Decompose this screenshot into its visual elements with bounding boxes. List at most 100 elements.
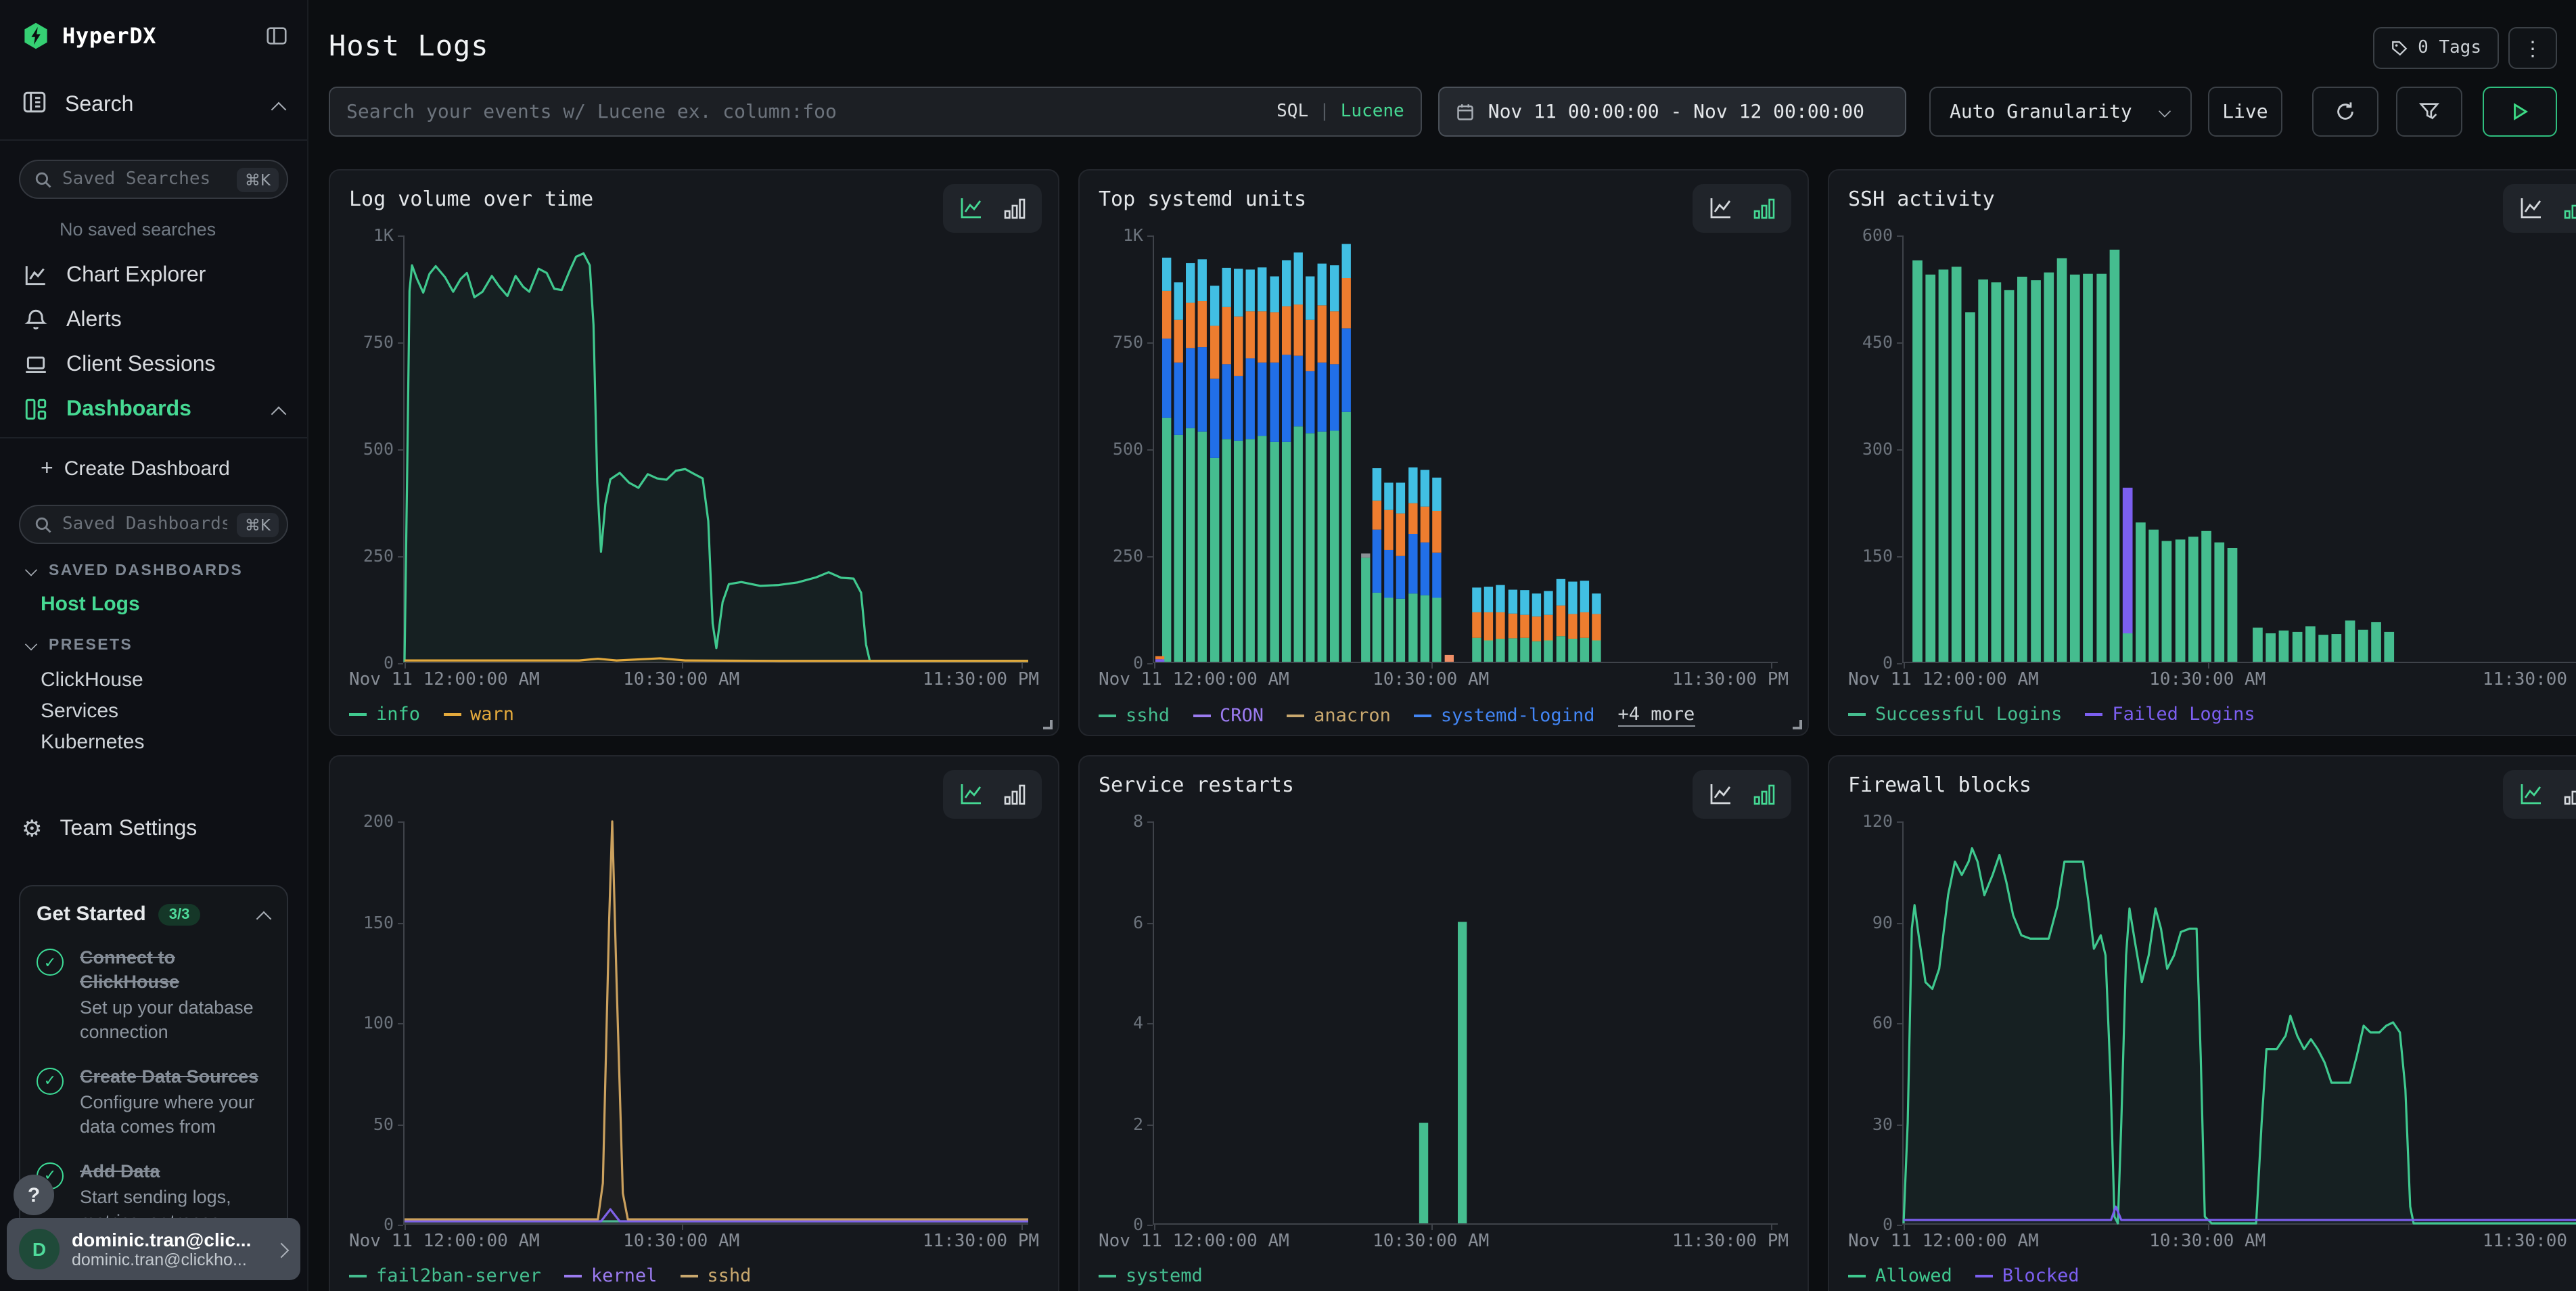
saved-searches-input[interactable]: ⌘K [19,160,288,199]
help-button[interactable]: ? [14,1175,54,1215]
x-tick [2208,663,2209,669]
search-section-label: Search [65,93,133,118]
x-tick [405,1225,406,1230]
run-query-button[interactable] [2483,87,2557,137]
bar-chart-toggle-icon[interactable] [1752,781,1776,808]
get-started-step[interactable]: ✓ Connect to ClickHouse Set up your data… [37,946,271,1044]
bar-chart-toggle-icon[interactable] [1003,195,1027,222]
line-chart-toggle-icon[interactable] [1707,195,1734,222]
chart-canvas[interactable] [1153,235,1778,663]
legend-item[interactable]: anacron [1287,704,1391,726]
x-tick [682,1225,683,1230]
legend-swatch [1975,1275,1993,1277]
saved-dashboards-input[interactable]: ⌘K [19,505,288,544]
line-chart-toggle-icon[interactable] [958,781,985,808]
bar-chart-toggle-icon[interactable] [1003,781,1027,808]
y-tick [398,235,403,237]
legend-item[interactable]: warn [443,704,514,725]
y-tick [1147,1225,1153,1226]
legend-item[interactable]: Allowed [1848,1265,1952,1287]
user-menu[interactable]: D dominic.tran@clic... dominic.tran@clic… [7,1218,300,1280]
legend-item[interactable]: info [349,704,420,725]
line-chart-toggle-icon[interactable] [2518,781,2545,808]
legend-item[interactable]: systemd-logind [1414,704,1595,726]
line-chart-toggle-icon[interactable] [2518,195,2545,222]
create-dashboard-button[interactable]: + Create Dashboard [0,447,307,491]
sidebar-item-client-sessions[interactable]: Client Sessions [0,342,307,387]
get-started-title: Get Started [37,903,146,926]
y-axis-label: 250 [349,545,394,566]
lucene-toggle[interactable]: Lucene [1341,101,1404,122]
granularity-select[interactable]: Auto Granularity [1929,87,2191,137]
legend-item[interactable]: sshd [680,1265,751,1287]
resize-handle-icon[interactable] [1793,720,1802,729]
line-chart-toggle-icon[interactable] [1707,781,1734,808]
tags-button[interactable]: 0 Tags [2373,27,2499,69]
legend-item[interactable]: systemd [1099,1265,1203,1287]
resize-handle-icon[interactable] [1043,720,1053,729]
bar-chart-toggle-icon[interactable] [2562,195,2576,222]
sidebar-item-dashboards[interactable]: Dashboards [0,387,307,432]
chart-canvas[interactable] [1902,235,2576,663]
more-options-button[interactable]: ⋮ [2508,27,2557,69]
legend-item[interactable]: fail2ban-server [349,1265,541,1287]
sidebar-item-alerts[interactable]: Alerts [0,298,307,342]
tag-icon [2391,39,2408,57]
sidebar-item-chart-explorer[interactable]: Chart Explorer [0,253,307,298]
saved-searches-field[interactable] [62,169,227,189]
date-range-picker[interactable]: Nov 11 00:00:00 - Nov 12 00:00:00 [1438,87,1906,137]
chevron-up-icon[interactable] [272,99,285,112]
plot-area: 86420 [1099,819,1789,1225]
event-search[interactable]: SQL | Lucene [329,87,1422,137]
sql-toggle[interactable]: SQL [1276,101,1308,122]
legend-item[interactable]: Blocked [1975,1265,2079,1287]
y-axis-label: 500 [349,438,394,459]
sidebar-item-clickhouse[interactable]: ClickHouse [0,664,307,696]
refresh-button[interactable] [2313,87,2379,137]
chart-canvas[interactable] [1153,821,1778,1225]
y-tick [1897,342,1902,344]
chart-legend: Allowed Blocked [1848,1265,2576,1287]
legend-more-link[interactable]: +4 more [1617,704,1695,727]
legend-item[interactable]: CRON [1193,704,1264,726]
chart-canvas[interactable] [403,235,1028,663]
y-tick [398,449,403,451]
refresh-icon [2334,100,2358,123]
bar-chart-toggle-icon[interactable] [1752,195,1776,222]
live-button[interactable]: Live [2207,87,2283,137]
search-input[interactable] [346,101,1276,122]
saved-dashboards-field[interactable] [62,514,227,535]
get-started-step[interactable]: ✓ Create Data Sources Configure where yo… [37,1064,271,1139]
sidebar-item-services[interactable]: Services [0,696,307,727]
x-axis-label: Nov 11 12:00:00 AM [349,1231,540,1252]
x-axis-label: 10:30:00 AM [1373,670,1489,690]
bar-chart-toggle-icon[interactable] [2562,781,2576,808]
filter-button[interactable] [2397,87,2463,137]
legend-item[interactable]: kernel [564,1265,658,1287]
chart-canvas[interactable] [403,821,1028,1225]
sidebar-item-host-logs[interactable]: Host Logs [41,593,307,616]
chart-legend: sshd CRON anacron systemd-logind +4 more [1099,704,1789,727]
chevron-up-icon[interactable] [257,907,271,921]
saved-dashboards-section[interactable]: SAVED DASHBOARDS [24,563,307,579]
chevron-right-icon [276,1242,290,1256]
collapse-sidebar-icon[interactable] [265,24,288,47]
sidebar-item-search[interactable]: Search [0,85,307,126]
legend-label: anacron [1314,704,1391,726]
legend-item[interactable]: sshd [1099,704,1170,726]
legend-label: CRON [1220,704,1264,726]
y-tick [1897,556,1902,558]
sidebar-item-team-settings[interactable]: ⚙ Team Settings [0,809,307,850]
y-tick [398,1023,403,1024]
x-axis-label: 10:30:00 AM [2149,670,2266,690]
y-tick [1897,1225,1902,1226]
legend-item[interactable]: Failed Logins [2085,704,2255,725]
chart-canvas[interactable] [1902,821,2576,1225]
legend-item[interactable]: Successful Logins [1848,704,2062,725]
step-title: Add Data [80,1160,271,1183]
chevron-up-icon[interactable] [272,403,285,416]
sidebar-item-kubernetes[interactable]: Kubernetes [0,727,307,758]
chart-type-toggle [943,184,1042,233]
line-chart-toggle-icon[interactable] [958,195,985,222]
presets-section[interactable]: PRESETS [24,637,307,654]
